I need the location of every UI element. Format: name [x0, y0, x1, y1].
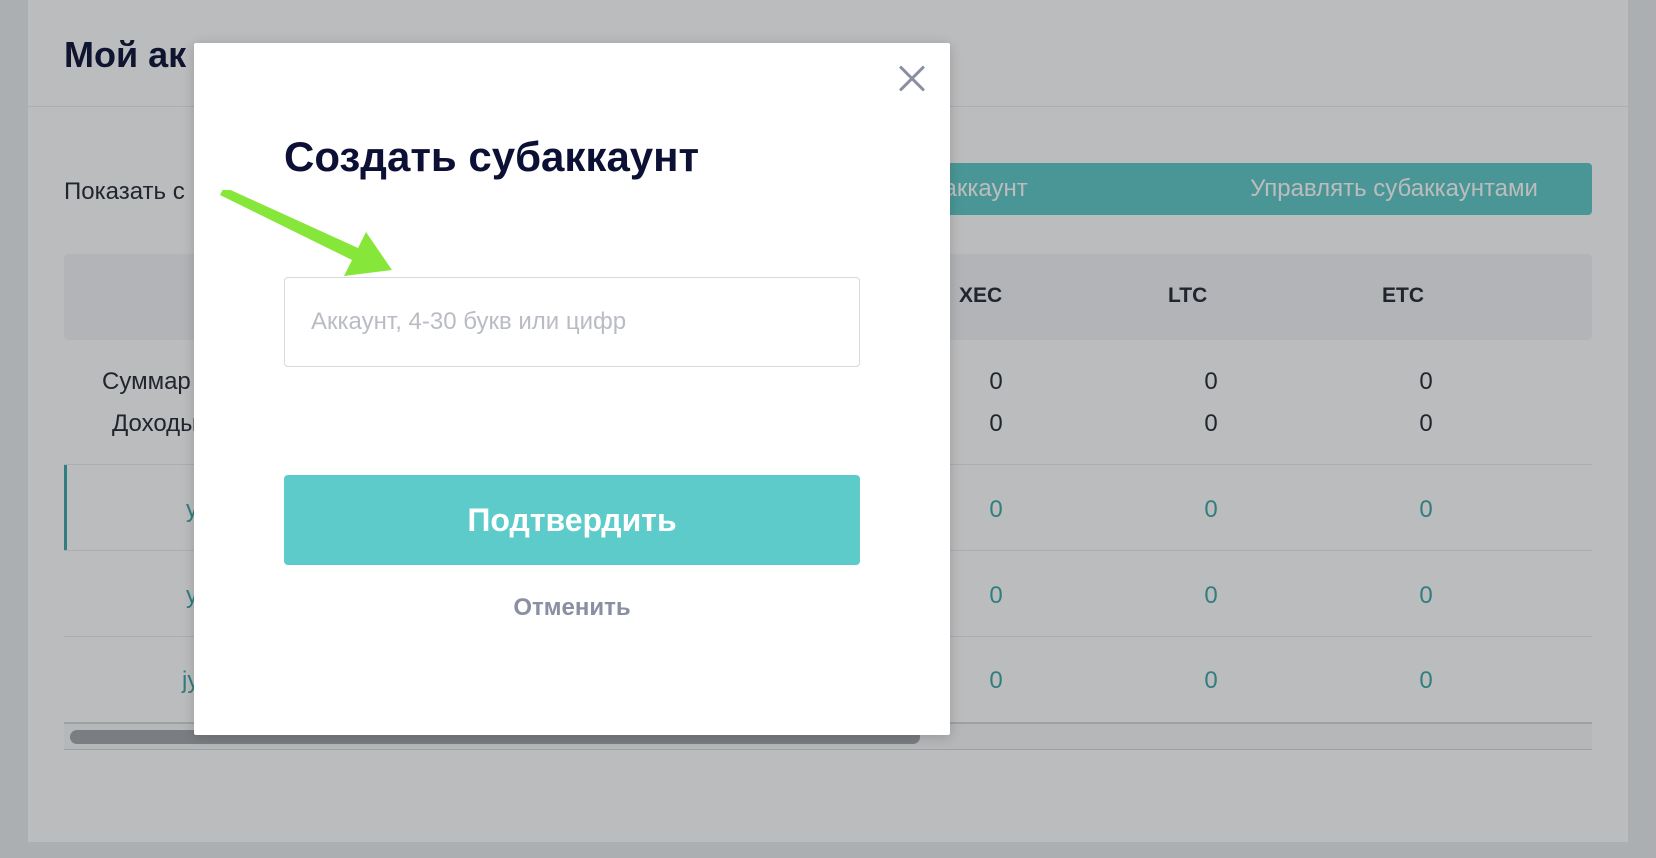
account-name-input[interactable]	[284, 277, 860, 367]
cancel-button[interactable]: Отменить	[284, 594, 860, 622]
dialog-title: Создать субаккаунт	[284, 133, 700, 180]
arrow-annotation-shape	[220, 190, 392, 276]
create-subaccount-dialog: Создать субаккаунт Подтвердить Отменить	[194, 43, 950, 735]
arrow-annotation	[220, 190, 392, 276]
confirm-button[interactable]: Подтвердить	[284, 475, 860, 565]
close-icon[interactable]	[894, 61, 930, 97]
